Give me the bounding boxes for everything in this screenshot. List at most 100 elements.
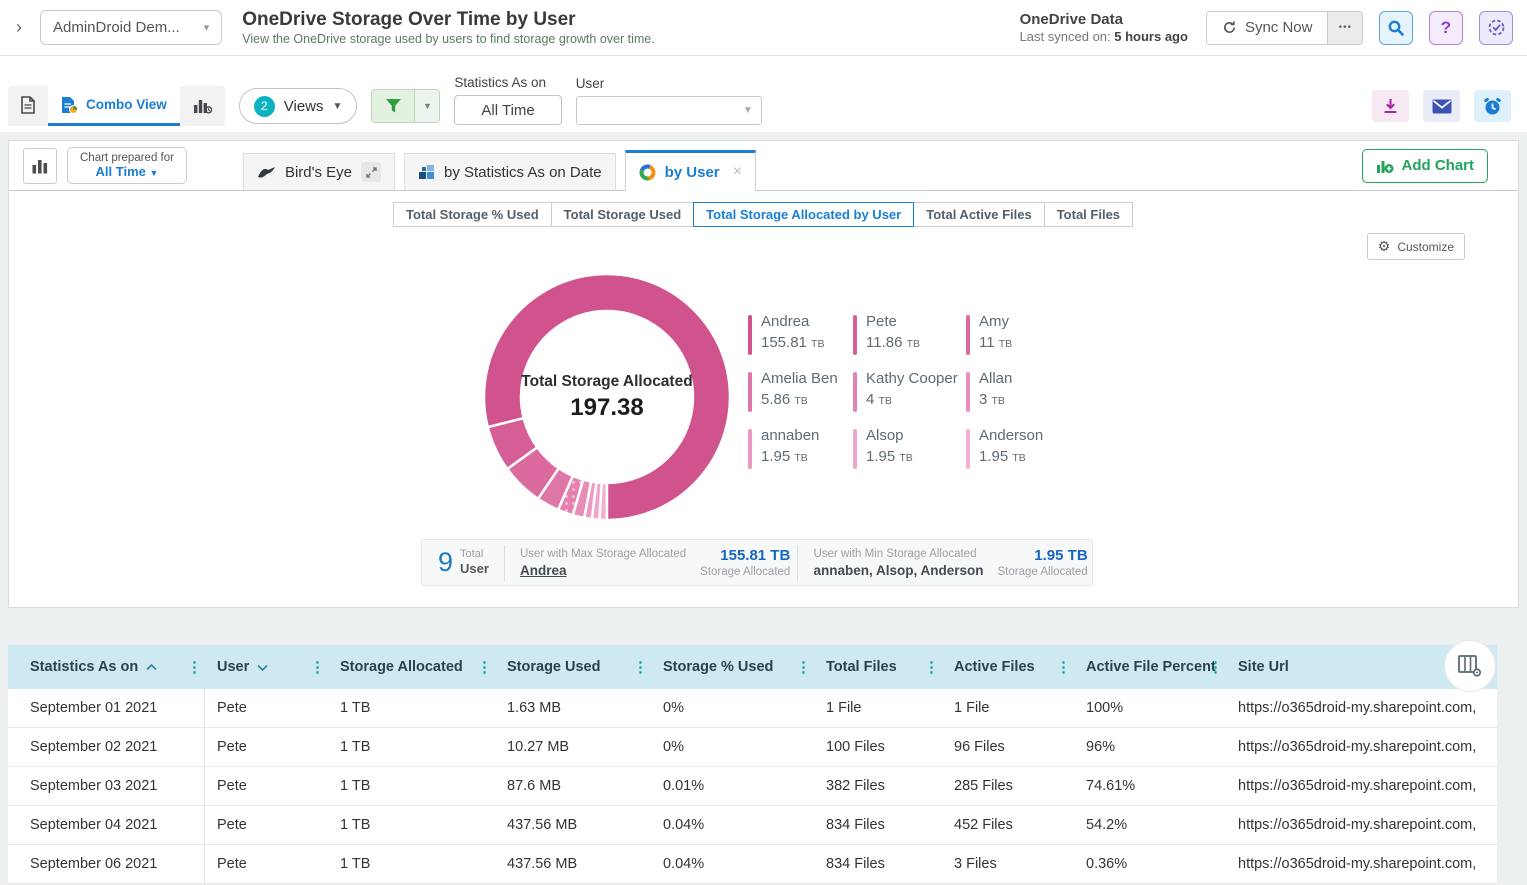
chart-view-tab[interactable] — [180, 86, 225, 126]
table-cell: 285 Files — [942, 778, 1074, 794]
filter-button[interactable] — [372, 90, 414, 122]
legend-value: 1.95 TB — [761, 448, 819, 465]
donut-chart-icon — [639, 164, 656, 181]
column-header-statistics-as-on[interactable]: Statistics As on⋮ — [8, 645, 205, 689]
table-row[interactable]: September 06 2021Pete1 TB437.56 MB0.04%8… — [8, 845, 1497, 884]
add-chart-button[interactable]: Add Chart — [1362, 149, 1489, 183]
legend-item-anderson[interactable]: Anderson1.95 TB — [966, 427, 1091, 471]
column-menu-icon[interactable]: ⋮ — [477, 658, 492, 676]
column-menu-icon[interactable]: ⋮ — [924, 658, 939, 676]
more-options-button[interactable]: ••• — [1327, 12, 1362, 44]
column-menu-icon[interactable]: ⋮ — [633, 658, 648, 676]
table-cell: 0.01% — [651, 778, 814, 794]
sync-info: OneDrive Data Last synced on: 5 hours ag… — [1020, 11, 1188, 44]
column-menu-icon[interactable]: ⋮ — [310, 658, 325, 676]
table-cell: September 04 2021 — [8, 806, 205, 844]
chevron-down-icon: ▼ — [743, 105, 753, 116]
table-row[interactable]: September 02 2021Pete1 TB10.27 MB0%100 F… — [8, 728, 1497, 767]
email-report-button[interactable] — [1423, 90, 1460, 122]
legend-item-annaben[interactable]: annaben1.95 TB — [748, 427, 853, 471]
prepared-for-label: Chart prepared for — [80, 152, 174, 164]
sync-source-label: OneDrive Data — [1020, 11, 1188, 28]
metric-tab-total-active-files[interactable]: Total Active Files — [913, 202, 1044, 227]
column-header-storage-allocated[interactable]: Storage Allocated⋮ — [328, 645, 495, 689]
legend-item-amy[interactable]: Amy11 TB — [966, 313, 1091, 357]
legend-value: 1.95 TB — [979, 448, 1043, 465]
close-icon[interactable]: × — [733, 163, 742, 181]
legend-value: 11.86 TB — [866, 334, 920, 351]
chevron-down-icon: ▾ — [204, 21, 210, 34]
audit-schedule-button[interactable] — [1479, 11, 1513, 45]
schedule-alarm-button[interactable] — [1474, 90, 1511, 122]
search-button[interactable] — [1379, 11, 1413, 45]
filter-dropdown-caret[interactable]: ▼ — [414, 90, 439, 122]
table-cell: 1 TB — [328, 739, 495, 755]
column-header-total-files[interactable]: Total Files⋮ — [814, 645, 942, 689]
legend-item-pete[interactable]: Pete11.86 TB — [853, 313, 966, 357]
metric-tab-total-storage-allocated-by-user[interactable]: Total Storage Allocated by User — [693, 202, 914, 227]
filter-funnel-icon — [385, 98, 402, 114]
views-dropdown-button[interactable]: 2 Views ▼ — [239, 88, 358, 124]
chart-legend: Andrea155.81 TBPete11.86 TBAmy11 TB Ameli… — [748, 313, 1091, 471]
bird-icon — [257, 165, 276, 180]
tab-label: by User — [665, 164, 720, 181]
breadcrumb-expand-button[interactable]: › — [10, 15, 28, 40]
views-label: Views — [284, 98, 324, 115]
chart-prepared-for-button[interactable]: Chart prepared for All Time ▼ — [67, 147, 187, 184]
tenant-selector[interactable]: AdminDroid Dem... ▾ — [40, 10, 222, 45]
tab-by-user[interactable]: by User × — [625, 150, 756, 191]
legend-item-amelia-ben[interactable]: Amelia Ben5.86 TB — [748, 370, 853, 414]
table-row[interactable]: September 03 2021Pete1 TB87.6 MB0.01%382… — [8, 767, 1497, 806]
chart-type-button[interactable] — [23, 148, 57, 184]
table-cell: 1 File — [942, 700, 1074, 716]
column-header-active-file-percent[interactable]: Active File Percent⋮ — [1074, 645, 1226, 689]
column-header-user[interactable]: User⋮ — [205, 645, 328, 689]
table-cell: 0.04% — [651, 817, 814, 833]
max-user-link[interactable]: Andrea — [520, 563, 686, 578]
column-menu-icon[interactable]: ⋮ — [187, 658, 202, 676]
page-subtitle: View the OneDrive storage used by users … — [242, 32, 654, 46]
legend-name: Kathy Cooper — [866, 370, 958, 387]
column-settings-button[interactable] — [1445, 641, 1495, 691]
statistics-as-on-filter-button[interactable]: All Time — [454, 95, 561, 125]
tab-birds-eye[interactable]: Bird's Eye — [243, 153, 395, 190]
statistics-as-on-label: Statistics As on — [454, 75, 561, 90]
column-menu-icon[interactable]: ⋮ — [1208, 658, 1223, 676]
tab-by-statistics-date[interactable]: by Statistics As on Date — [404, 153, 616, 190]
customize-button[interactable]: ⚙ Customize — [1367, 233, 1465, 260]
legend-swatch — [748, 315, 752, 355]
export-download-button[interactable] — [1372, 90, 1409, 122]
legend-item-andrea[interactable]: Andrea155.81 TB — [748, 313, 853, 357]
user-filter-select[interactable]: ▼ — [576, 96, 762, 125]
table-cell: 96% — [1074, 739, 1226, 755]
metric-tab-total-files[interactable]: Total Files — [1044, 202, 1133, 227]
combo-view-tab[interactable]: Combo View — [48, 86, 180, 126]
legend-value: 11 TB — [979, 334, 1012, 351]
legend-item-alsop[interactable]: Alsop1.95 TB — [853, 427, 966, 471]
column-header-label: Storage % Used — [663, 659, 773, 675]
table-cell: 1.63 MB — [495, 700, 651, 716]
max-storage-value-label: Storage Allocated — [700, 566, 790, 578]
report-view-tab[interactable] — [8, 86, 48, 126]
table-cell: https://o365droid-my.sharepoint.com, — [1226, 778, 1497, 794]
expand-icon[interactable] — [361, 162, 381, 182]
legend-item-kathy-cooper[interactable]: Kathy Cooper4 TB — [853, 370, 966, 414]
mail-icon — [1432, 99, 1452, 114]
data-table: Statistics As on⋮User⋮Storage Allocated⋮… — [8, 645, 1497, 884]
sync-now-button[interactable]: Sync Now — [1207, 12, 1328, 44]
help-button[interactable]: ? — [1429, 11, 1463, 45]
table-row[interactable]: September 01 2021Pete1 TB1.63 MB0%1 File… — [8, 689, 1497, 728]
metric-tab-total-storage-used[interactable]: Total Storage % Used — [393, 202, 552, 227]
column-header-active-files[interactable]: Active Files⋮ — [942, 645, 1074, 689]
legend-swatch — [748, 372, 752, 412]
refresh-icon — [1222, 20, 1237, 35]
column-header-storage-used[interactable]: Storage % Used ⋮ — [651, 645, 814, 689]
column-menu-icon[interactable]: ⋮ — [796, 658, 811, 676]
statistics-as-on-filter-group: Statistics As on All Time — [454, 75, 561, 125]
last-synced-value: 5 hours ago — [1114, 29, 1188, 44]
column-header-storage-used[interactable]: Storage Used⋮ — [495, 645, 651, 689]
table-row[interactable]: September 04 2021Pete1 TB437.56 MB0.04%8… — [8, 806, 1497, 845]
column-menu-icon[interactable]: ⋮ — [1056, 658, 1071, 676]
metric-tab-total-storage-used[interactable]: Total Storage Used — [551, 202, 695, 227]
legend-item-allan[interactable]: Allan3 TB — [966, 370, 1091, 414]
